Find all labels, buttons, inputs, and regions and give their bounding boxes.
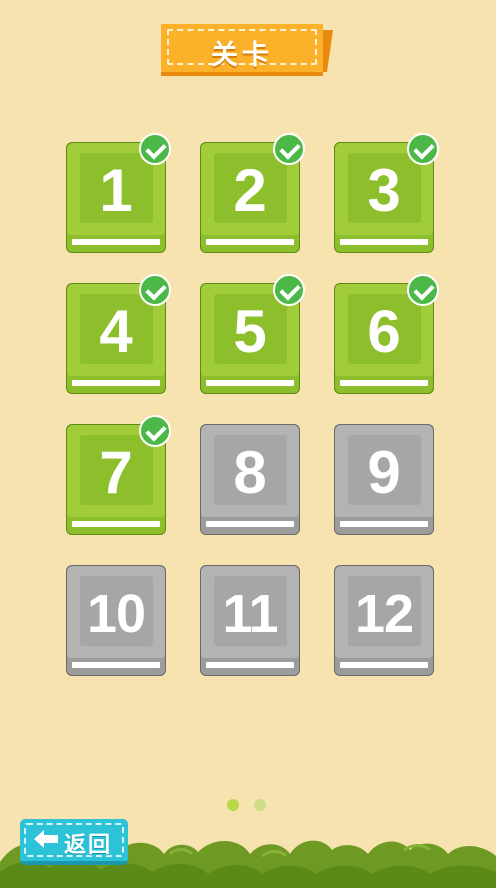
level-number: 6 [367,298,401,365]
level-number: 2 [233,157,267,224]
level-button-6[interactable]: 6 [334,274,439,394]
level-page-line [206,662,294,668]
level-page-line [206,380,294,386]
level-page-line [72,239,160,245]
level-page-line [206,239,294,245]
level-number: 7 [99,439,133,506]
level-number: 5 [233,298,267,365]
level-number: 10 [86,584,146,644]
level-button-3[interactable]: 3 [334,133,439,253]
level-button-4[interactable]: 4 [66,274,171,394]
check-icon [273,133,305,165]
level-number: 9 [367,439,401,506]
level-button-9[interactable]: 9 [334,424,434,535]
level-button-1[interactable]: 1 [66,133,171,253]
level-number: 11 [222,584,278,644]
level-number: 12 [354,584,414,644]
arrow-left-icon [34,830,58,848]
check-icon [139,133,171,165]
level-number: 1 [99,157,133,224]
back-button[interactable]: 返回 [20,819,128,865]
level-page-line [340,239,428,245]
level-button-5[interactable]: 5 [200,274,305,394]
check-icon [273,274,305,306]
check-icon [407,133,439,165]
page-dot-inactive[interactable] [254,799,266,811]
level-number: 8 [233,439,267,506]
level-page-line [72,380,160,386]
level-page-line [340,380,428,386]
level-button-12[interactable]: 12 [334,565,434,676]
level-page-line [340,521,428,527]
check-icon [407,274,439,306]
check-icon [139,415,171,447]
level-button-7[interactable]: 7 [66,415,171,535]
level-page-line [206,521,294,527]
level-number: 4 [99,298,133,365]
page-dot-active[interactable] [227,799,239,811]
level-button-10[interactable]: 10 [66,565,166,676]
level-grid: 1 2 3 4 5 6 7 8 9 10 11 12 [0,0,496,700]
level-page-line [340,662,428,668]
check-icon [139,274,171,306]
level-button-8[interactable]: 8 [200,424,300,535]
level-page-line [72,662,160,668]
back-button-label: 返回 [64,833,113,858]
level-number: 3 [367,157,401,224]
level-page-line [72,521,160,527]
level-button-2[interactable]: 2 [200,133,305,253]
level-button-11[interactable]: 11 [200,565,300,676]
